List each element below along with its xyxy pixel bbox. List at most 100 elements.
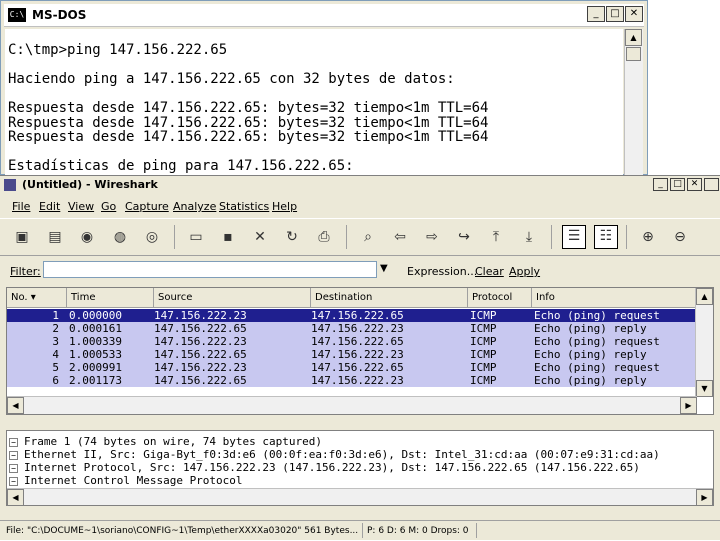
toolbar-separator — [174, 225, 175, 249]
menu-file[interactable]: File — [12, 200, 30, 213]
status-separator — [362, 523, 363, 538]
scroll-right-arrow-icon[interactable]: ▶ — [696, 489, 713, 505]
msdos-titlebar[interactable]: C:\ MS-DOS _ □ ✕ — [4, 4, 644, 27]
filter-apply-button[interactable]: Apply — [509, 265, 540, 278]
column-header-protocol[interactable]: Protocol — [468, 288, 532, 308]
packet-row[interactable]: 6 2.001173 147.156.222.65 147.156.222.23 ICM… — [7, 374, 697, 387]
scroll-right-arrow-icon[interactable]: ▶ — [680, 397, 697, 414]
packet-row[interactable]: 3 1.000339 147.156.222.23 147.156.222.65 ICM… — [7, 335, 697, 348]
close-icon[interactable]: ✕ — [625, 6, 643, 22]
extra-window-icon[interactable] — [704, 178, 719, 191]
packet-cell-proto: ICMP — [470, 335, 497, 348]
packet-cell-proto: ICMP — [470, 309, 497, 322]
column-header-destination[interactable]: Destination — [311, 288, 468, 308]
console-line: Haciendo ping a 147.156.222.65 con 32 by… — [8, 71, 455, 87]
msdos-window: C:\ MS-DOS _ □ ✕ C:\tmp>ping 147.156.222… — [0, 0, 648, 176]
console-output[interactable]: C:\tmp>ping 147.156.222.65 Haciendo ping … — [5, 29, 623, 176]
filter-label: Filter: — [10, 265, 41, 278]
first-packet-icon[interactable]: ⤒ — [486, 227, 506, 247]
packet-cell-info: Echo (ping) request — [534, 361, 660, 374]
column-header-info[interactable]: Info — [532, 288, 698, 308]
close-file-icon[interactable]: ✕ — [250, 227, 270, 247]
filter-clear-button[interactable]: Clear — [475, 265, 504, 278]
scroll-up-arrow-icon[interactable]: ▲ — [696, 288, 713, 305]
menu-help[interactable]: Help — [272, 200, 297, 213]
expand-icon[interactable]: − — [9, 476, 18, 486]
close-icon[interactable]: ✕ — [687, 178, 702, 191]
menu-edit[interactable]: Edit — [39, 200, 60, 213]
expand-icon[interactable]: − — [9, 437, 18, 447]
status-counts: P: 6 D: 6 M: 0 Drops: 0 — [367, 526, 469, 536]
scroll-left-arrow-icon[interactable]: ◀ — [7, 397, 24, 414]
packet-details[interactable]: − Frame 1 (74 bytes on wire, 74 bytes cap… — [6, 430, 714, 506]
reload-icon[interactable]: ↻ — [282, 227, 302, 247]
packet-row[interactable]: 1 0.000000 147.156.222.23 147.156.222.65 ICM… — [7, 309, 697, 322]
scroll-down-arrow-icon[interactable]: ▼ — [696, 380, 713, 397]
scroll-thumb[interactable] — [626, 47, 641, 61]
maximize-icon[interactable]: □ — [606, 6, 624, 22]
packet-row[interactable]: 2 0.000161 147.156.222.65 147.156.222.23 ICM… — [7, 322, 697, 335]
console-line: Respuesta desde 147.156.222.65: bytes=32… — [8, 100, 489, 116]
filter-expression-button[interactable]: Expression... — [407, 265, 477, 278]
start-capture-icon[interactable]: ◉ — [77, 227, 97, 247]
detail-row-ip[interactable]: − Internet Protocol, Src: 147.156.222.23 … — [9, 461, 640, 474]
expand-icon[interactable]: − — [9, 450, 18, 460]
scroll-left-arrow-icon[interactable]: ◀ — [7, 489, 24, 505]
filter-dropdown-icon[interactable]: ▼ — [380, 263, 388, 274]
zoom-out-icon[interactable]: ⊖ — [670, 227, 690, 247]
expand-icon[interactable]: − — [9, 463, 18, 473]
maximize-icon[interactable]: □ — [670, 178, 685, 191]
packet-row[interactable]: 4 1.000533 147.156.222.65 147.156.222.23 ICM… — [7, 348, 697, 361]
minimize-icon[interactable]: _ — [587, 6, 605, 22]
console-line: Respuesta desde 147.156.222.65: bytes=32… — [8, 129, 489, 145]
minimize-icon[interactable]: _ — [653, 178, 668, 191]
open-file-icon[interactable]: ▭ — [186, 227, 206, 247]
go-to-packet-icon[interactable]: ↪ — [454, 227, 474, 247]
find-packet-icon[interactable]: ⌕ — [358, 227, 378, 247]
scroll-up-arrow-icon[interactable]: ▲ — [625, 29, 642, 46]
print-icon[interactable]: ⎙ — [314, 227, 334, 247]
main-toolbar: ▣ ▤ ◉ ◍ ◎ ▭ ▪ ✕ ↻ ⎙ ⌕ ⇦ ⇨ ↪ ⤒ ⤓ ☰ ☷ ⊕ ⊖ — [0, 218, 720, 256]
packet-list-hscroll[interactable]: ◀ ▶ — [7, 396, 697, 414]
restart-capture-icon[interactable]: ◎ — [142, 227, 162, 247]
menu-capture[interactable]: Capture — [125, 200, 169, 213]
filter-input[interactable] — [43, 261, 377, 278]
interfaces-icon[interactable]: ▣ — [12, 227, 32, 247]
go-forward-icon[interactable]: ⇨ — [422, 227, 442, 247]
stop-capture-icon[interactable]: ◍ — [110, 227, 130, 247]
packet-list-vscroll[interactable]: ▲ ▼ — [695, 288, 713, 397]
filter-bar: Filter: ▼ Expression... Clear Apply — [0, 256, 720, 284]
column-header-source[interactable]: Source — [154, 288, 311, 308]
status-bar: File: "C:\DOCUME~1\soriano\CONFIG~1\Temp… — [0, 520, 720, 541]
status-separator — [476, 523, 477, 538]
packet-list[interactable]: No. ▾ Time Source Destination Protocol I… — [6, 287, 714, 415]
packet-cell-time: 1.000533 — [69, 348, 122, 361]
menu-view[interactable]: View — [68, 200, 94, 213]
colorize-icon[interactable]: ☰ — [562, 225, 586, 249]
menu-analyze[interactable]: Analyze — [173, 200, 216, 213]
menu-go[interactable]: Go — [101, 200, 116, 213]
console-app-icon: C:\ — [8, 8, 26, 22]
packet-cell-time: 0.000161 — [69, 322, 122, 335]
detail-row-icmp[interactable]: − Internet Control Message Protocol — [9, 474, 243, 487]
auto-scroll-icon[interactable]: ☷ — [594, 225, 618, 249]
wireshark-titlebar[interactable]: (Untitled) - Wireshark _ □ ✕ — [0, 176, 720, 194]
zoom-in-icon[interactable]: ⊕ — [638, 227, 658, 247]
packet-cell-info: Echo (ping) reply — [534, 374, 647, 387]
capture-options-icon[interactable]: ▤ — [45, 227, 65, 247]
packet-row[interactable]: 5 2.000991 147.156.222.23 147.156.222.65 ICM… — [7, 361, 697, 374]
column-header-no[interactable]: No. ▾ — [7, 288, 67, 308]
packet-cell-info: Echo (ping) request — [534, 309, 660, 322]
console-scrollbar[interactable]: ▲ — [624, 29, 643, 176]
packet-cell-src: 147.156.222.65 — [154, 322, 247, 335]
menu-statistics[interactable]: Statistics — [219, 200, 269, 213]
detail-row-frame[interactable]: − Frame 1 (74 bytes on wire, 74 bytes cap… — [9, 435, 322, 448]
packet-cell-info: Echo (ping) reply — [534, 322, 647, 335]
detail-row-ethernet[interactable]: − Ethernet II, Src: Giga-Byt_f0:3d:e6 (00… — [9, 448, 660, 461]
column-header-time[interactable]: Time — [67, 288, 154, 308]
last-packet-icon[interactable]: ⤓ — [519, 227, 539, 247]
go-back-icon[interactable]: ⇦ — [390, 227, 410, 247]
details-hscroll[interactable]: ◀ ▶ — [7, 488, 713, 505]
save-file-icon[interactable]: ▪ — [218, 227, 238, 247]
